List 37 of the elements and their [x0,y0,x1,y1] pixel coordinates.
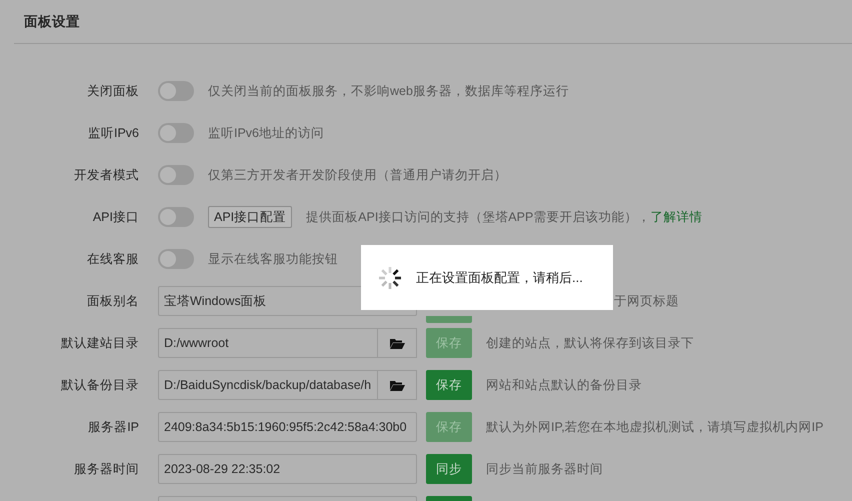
setting-label: 在线客服 [86,250,139,268]
setting-label: 开发者模式 [73,166,139,184]
toggle-switch[interactable] [158,81,194,101]
setting-description: 同步当前服务器时间 [486,460,603,478]
text-input-field[interactable]: D:/BaiduSyncdisk/backup/database/h [158,370,378,400]
setting-description: 提供面板API接口访问的支持（堡塔APP需要开启该功能），了解详情 [306,208,702,226]
setting-description: 仅第三方开发者开发阶段使用（普通用户请勿开启） [208,166,507,184]
setting-description: 显示在线客服功能按钮 [208,250,338,268]
setting-label: 关闭面板 [86,82,139,100]
setting-label: 面板别名 [86,292,139,310]
setting-label: 默认备份目录 [60,376,139,394]
toggle-switch[interactable] [158,249,194,269]
toggle-switch[interactable] [158,123,194,143]
toggle-switch[interactable] [158,207,194,227]
setting-label: API接口 [92,208,139,226]
setting-label: 默认建站目录 [60,334,139,352]
folder-icon[interactable] [390,380,404,390]
action-button[interactable]: 同步 [426,454,472,484]
setting-label: 服务器时间 [73,460,139,478]
loading-message: 正在设置面板配置，请稍后... [416,268,583,286]
setting-description: 默认为外网IP,若您在本地虚拟机测试，请填写虚拟机内网IP [486,418,824,436]
setting-label: 服务器IP [87,418,139,436]
text-input-field[interactable]: D:/wwwroot [158,328,378,358]
action-button[interactable]: 保存 [426,370,472,400]
panel-title: 面板设置 [24,12,80,30]
setting-description: 于网页标题 [614,292,679,310]
setting-description: 监听IPv6地址的访问 [208,124,324,142]
toggle-switch[interactable] [158,165,194,185]
folder-icon[interactable] [390,338,404,348]
setting-description: 创建的站点，默认将保存到该目录下 [486,334,694,352]
setting-description: 仅关闭当前的面板服务，不影响web服务器，数据库等程序运行 [208,82,569,100]
setting-description: 网站和站点默认的备份目录 [486,376,642,394]
text-input-field[interactable]: 2023-08-29 22:35:02 [158,454,417,484]
api-config-button[interactable]: API接口配置 [208,206,292,228]
button-edge [426,316,472,323]
setting-label: 监听IPv6 [86,124,139,142]
text-input-field[interactable]: 2409:8a34:5b15:1960:95f5:2c42:58a4:30b0 [158,412,417,442]
